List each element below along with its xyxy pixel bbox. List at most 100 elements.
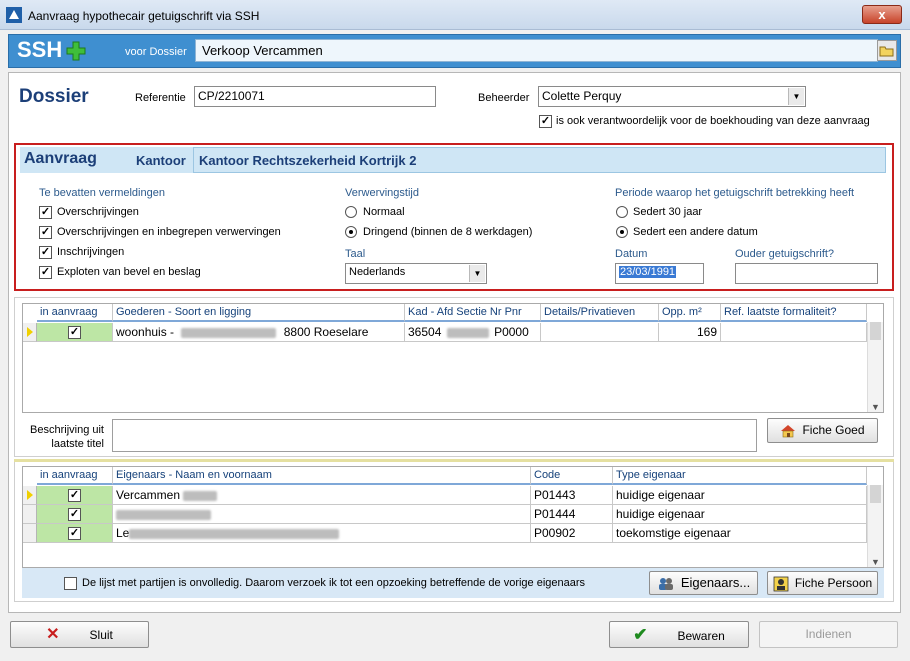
goed-kad-cell[interactable]: 36504 P0000 <box>405 323 541 342</box>
scroll-thumb[interactable] <box>870 485 881 503</box>
col-opp[interactable]: Opp. m² <box>659 304 721 322</box>
vermelding-checkbox-1[interactable]: ✓ <box>39 206 52 219</box>
col-goederen[interactable]: Goederen - Soort en ligging <box>113 304 405 322</box>
periode-radio-30-jaar[interactable] <box>616 206 628 218</box>
ouder-input[interactable] <box>735 263 878 284</box>
chevron-down-icon[interactable]: ▼ <box>469 265 485 282</box>
eigenaar-naam-cell[interactable]: Vercammen <box>113 486 531 505</box>
vermelding-label-2: Overschrijvingen en inbegrepen verwervin… <box>57 226 281 238</box>
eigenaar-checkbox-2[interactable]: ✓ <box>68 508 81 521</box>
verwerving-radio-dringend[interactable] <box>345 226 357 238</box>
col-in-aanvraag[interactable]: in aanvraag <box>37 304 113 322</box>
vermelding-checkbox-3[interactable]: ✓ <box>39 246 52 259</box>
eigenaars-grid: in aanvraag Eigenaars - Naam en voornaam… <box>22 466 884 568</box>
col-details[interactable]: Details/Privatieven <box>541 304 659 322</box>
sluit-button[interactable]: ✕ Sluit <box>10 621 149 648</box>
eigenaar-type-cell[interactable]: huidige eigenaar <box>613 486 867 505</box>
eigenaar-naam-3: Le <box>116 526 130 540</box>
onvolledig-checkbox[interactable] <box>64 577 77 590</box>
goed-soort: woonhuis - <box>116 325 175 339</box>
row-indicator[interactable] <box>23 486 37 505</box>
taal-select[interactable]: Nederlands ▼ <box>345 263 487 284</box>
beschrijving-label-line1: Beschrijving uit <box>30 424 104 436</box>
eigenaars-button-label: Eigenaars... <box>680 575 751 590</box>
scroll-thumb[interactable] <box>870 322 881 340</box>
beheerder-select[interactable]: Colette Perquy ▼ <box>538 86 806 107</box>
col-code[interactable]: Code <box>531 467 613 485</box>
vermelding-label-4: Exploten van bevel en beslag <box>57 266 201 278</box>
window-title: Aanvraag hypothecair getuigschrift via S… <box>28 9 260 23</box>
bewaren-label: Bewaren <box>677 629 725 643</box>
checkmark-icon: ✔ <box>633 625 648 644</box>
indienen-label: Indienen <box>805 627 852 641</box>
scroll-down-icon[interactable]: ▼ <box>871 402 880 412</box>
beheerder-value: Colette Perquy <box>542 89 622 103</box>
eigenaar-naam-cell[interactable]: Le <box>113 524 531 543</box>
eigenaar-in-aanvraag-cell[interactable]: ✓ <box>37 486 113 505</box>
referentie-input[interactable]: CP/2210071 <box>194 86 436 107</box>
col-eigenaars[interactable]: Eigenaars - Naam en voornaam <box>113 467 531 485</box>
close-icon: x <box>878 7 886 22</box>
beschrijving-textarea[interactable] <box>112 419 757 452</box>
eigenaar-naam-1: Vercammen <box>116 488 181 502</box>
vermelding-checkbox-2[interactable]: ✓ <box>39 226 52 239</box>
fiche-persoon-label: Fiche Persoon <box>794 576 873 590</box>
verantwoordelijk-checkbox[interactable]: ✓ <box>539 115 552 128</box>
goederen-scrollbar[interactable]: ▼ <box>867 322 883 412</box>
goed-pnr: P0000 <box>494 325 529 339</box>
eigenaar-type-cell[interactable]: toekomstige eigenaar <box>613 524 867 543</box>
aanvraag-title: Aanvraag <box>24 150 97 167</box>
chevron-down-icon[interactable]: ▼ <box>788 88 804 105</box>
verwerving-label-dringend: Dringend (binnen de 8 werkdagen) <box>363 226 533 238</box>
goed-opp-cell[interactable]: 169 <box>659 323 721 342</box>
col-in-aanvraag[interactable]: in aanvraag <box>37 467 113 485</box>
row-indicator[interactable] <box>23 524 37 543</box>
row-indicator[interactable] <box>23 323 37 342</box>
datum-input[interactable]: 23/03/1991 <box>615 263 704 284</box>
indienen-button[interactable]: Indienen <box>759 621 898 648</box>
col-type-eigenaar[interactable]: Type eigenaar <box>613 467 867 485</box>
kantoor-field[interactable]: Kantoor Rechtszekerheid Kortrijk 2 <box>193 147 886 173</box>
house-icon <box>781 425 796 438</box>
eigenaar-naam-cell[interactable] <box>113 505 531 524</box>
scroll-down-icon[interactable]: ▼ <box>871 557 880 567</box>
goed-soort-cell[interactable]: woonhuis - 8800 Roeselare <box>113 323 405 342</box>
col-ref[interactable]: Ref. laatste formaliteit? <box>721 304 867 322</box>
goed-in-aanvraag-checkbox[interactable]: ✓ <box>68 326 81 339</box>
eigenaar-checkbox-3[interactable]: ✓ <box>68 527 81 540</box>
goederen-grid: in aanvraag Goederen - Soort en ligging … <box>22 303 884 413</box>
taal-value: Nederlands <box>349 266 406 278</box>
goed-ref-cell[interactable] <box>721 323 867 342</box>
row-indicator[interactable] <box>23 505 37 524</box>
periode-label-30-jaar: Sedert 30 jaar <box>633 206 703 218</box>
eigenaars-button[interactable]: Eigenaars... <box>649 571 758 595</box>
eigenaar-code-cell[interactable]: P01443 <box>531 486 613 505</box>
vermelding-checkbox-4[interactable]: ✓ <box>39 266 52 279</box>
verwerving-radio-normaal[interactable] <box>345 206 357 218</box>
vermelding-label-1: Overschrijvingen <box>57 206 139 218</box>
goed-details-cell[interactable] <box>541 323 659 342</box>
vermeldingen-title: Te bevatten vermeldingen <box>39 187 165 199</box>
periode-radio-andere-datum[interactable] <box>616 226 628 238</box>
open-dossier-button[interactable] <box>877 40 897 61</box>
col-kad[interactable]: Kad - Afd Sectie Nr Pnr <box>405 304 541 322</box>
eigenaar-type-cell[interactable]: huidige eigenaar <box>613 505 867 524</box>
eigenaar-code-cell[interactable]: P01444 <box>531 505 613 524</box>
periode-label-andere-datum: Sedert een andere datum <box>633 226 758 238</box>
onvolledig-label: De lijst met partijen is onvolledig. Daa… <box>82 577 586 589</box>
dossier-title: Dossier <box>19 86 89 107</box>
goed-in-aanvraag-cell[interactable]: ✓ <box>37 323 113 342</box>
eigenaar-code-cell[interactable]: P00902 <box>531 524 613 543</box>
eigenaars-scrollbar[interactable]: ▼ <box>867 485 883 567</box>
beheerder-label: Beheerder <box>478 92 530 104</box>
close-button[interactable]: x <box>862 5 902 24</box>
bewaren-button[interactable]: ✔ Bewaren <box>609 621 749 648</box>
eigenaar-in-aanvraag-cell[interactable]: ✓ <box>37 524 113 543</box>
fiche-goed-button[interactable]: Fiche Goed <box>767 418 878 443</box>
taal-label: Taal <box>345 248 366 260</box>
eigenaar-in-aanvraag-cell[interactable]: ✓ <box>37 505 113 524</box>
dossier-name-field[interactable]: Verkoop Vercammen <box>195 39 878 62</box>
eigenaar-checkbox-1[interactable]: ✓ <box>68 489 81 502</box>
app-icon <box>6 7 22 23</box>
fiche-persoon-button[interactable]: Fiche Persoon <box>767 571 878 595</box>
